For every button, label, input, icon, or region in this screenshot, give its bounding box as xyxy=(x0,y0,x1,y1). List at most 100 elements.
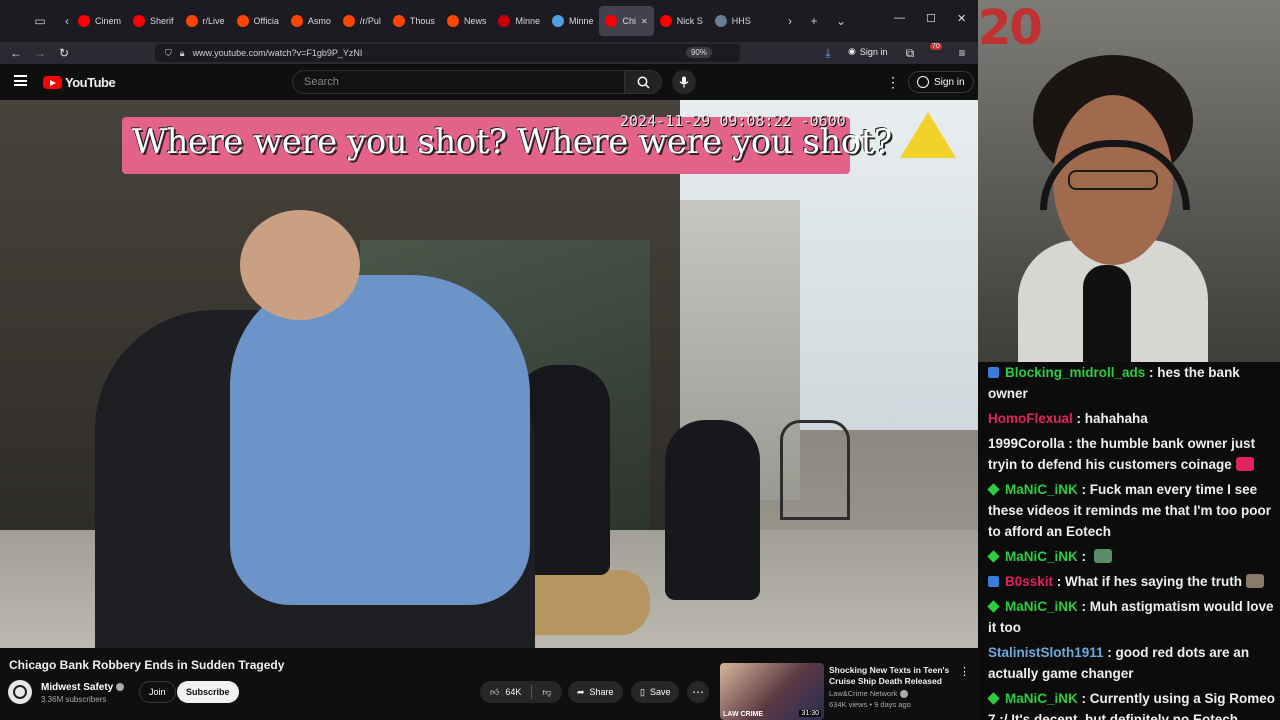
browser-tab[interactable]: News xyxy=(441,6,493,36)
tab-favicon-icon xyxy=(290,15,303,27)
dislike-button[interactable]: 👎︎ xyxy=(532,681,561,703)
browser-tab[interactable]: Thous xyxy=(387,6,441,36)
subscribe-button[interactable]: Subscribe xyxy=(177,681,239,703)
notification-badge[interactable]: 70 xyxy=(930,43,942,50)
save-button[interactable]: ▯ Save xyxy=(631,681,680,703)
tab-favicon-icon xyxy=(498,15,511,27)
share-button[interactable]: ➦ Share xyxy=(568,681,623,703)
browser-tab[interactable]: Chi ✕ xyxy=(599,6,654,36)
webcam-overlay-text: 20 xyxy=(978,0,1043,56)
chat-username[interactable]: MaNiC_iNK xyxy=(1005,482,1078,497)
youtube-wordmark: YouTube xyxy=(65,75,116,90)
tab-list-icon[interactable]: ▭ xyxy=(33,14,47,28)
browser-tab[interactable]: HHS xyxy=(709,6,757,36)
youtube-signin-button[interactable]: Sign in xyxy=(908,71,974,93)
browser-tab[interactable]: /r/Pul xyxy=(337,6,387,36)
recommended-title[interactable]: Shocking New Texts in Teen's Cruise Ship… xyxy=(829,665,959,687)
browser-tab[interactable]: Asmo xyxy=(285,6,337,36)
recommended-meta: 634K views • 9 days ago xyxy=(829,700,911,709)
account-signin[interactable]: ◉ Sign in xyxy=(848,46,887,57)
browser-tab[interactable]: Officia xyxy=(231,6,285,36)
scene-officer-sleeve xyxy=(230,275,530,605)
chat-username[interactable]: B0sskit xyxy=(1005,574,1053,589)
url-text: www.youtube.com/watch?v=F1gb9P_YzNI xyxy=(192,48,363,58)
recommended-channel[interactable]: Law&Crime Network xyxy=(829,689,909,699)
scroll-right-icon[interactable]: › xyxy=(783,14,797,28)
bookmark-icon: ▯ xyxy=(640,686,645,697)
shield-icon[interactable]: ⛉ xyxy=(165,48,172,59)
back-icon[interactable]: ← xyxy=(8,46,24,60)
tab-label: News xyxy=(463,16,487,26)
close-window-icon[interactable]: ✕ xyxy=(957,12,966,25)
chat-username[interactable]: StalinistSloth1911 xyxy=(988,645,1104,660)
browser-tab[interactable]: Cinem xyxy=(72,6,127,36)
tab-label: Minne xyxy=(515,16,540,26)
recommended-more-icon[interactable]: ⋮ xyxy=(959,665,970,678)
zoom-level[interactable]: 90% xyxy=(685,47,712,58)
close-tab-icon[interactable]: ✕ xyxy=(641,17,648,26)
tab-favicon-icon xyxy=(446,15,459,27)
channel-name[interactable]: Midwest Safety xyxy=(41,682,125,693)
hamburger-menu-icon[interactable] xyxy=(14,75,27,86)
minimize-icon[interactable]: — xyxy=(894,12,905,24)
search-input[interactable]: Search xyxy=(292,70,625,94)
chat-message: StalinistSloth1911 : good red dots are a… xyxy=(988,645,1250,681)
settings-more-icon[interactable]: ⋮ xyxy=(886,74,900,91)
search-button[interactable] xyxy=(624,70,662,94)
live-chat: Blocking_midroll_ads : hes the bank owne… xyxy=(978,362,1280,720)
chat-message: Blocking_midroll_ads : hes the bank owne… xyxy=(988,365,1240,401)
chat-message: B0sskit : What if hes saying the truth xyxy=(988,571,1280,592)
sub-badge-icon xyxy=(988,576,999,587)
tab-dropdown-icon[interactable]: ⌄ xyxy=(834,14,848,28)
extensions-icon[interactable]: ⧉ xyxy=(902,46,918,61)
new-tab-icon[interactable]: + xyxy=(807,14,821,28)
like-dislike-group: 👍︎ 64K 👎︎ xyxy=(480,681,562,703)
browser-tab[interactable]: Minne xyxy=(492,6,546,36)
chat-message: MaNiC_iNK : Currently using a Sig Romeo … xyxy=(987,688,1280,720)
bodycam-timestamp: 2024-11-29 09:08:22 -0600 xyxy=(620,112,846,130)
reload-icon[interactable]: ↻ xyxy=(56,46,72,60)
forward-icon[interactable]: → xyxy=(32,46,48,60)
channel-avatar[interactable] xyxy=(8,680,32,704)
chat-username[interactable]: 1999Corolla xyxy=(988,436,1065,451)
chat-username[interactable]: MaNiC_iNK xyxy=(1005,549,1078,564)
address-bar[interactable]: ⛉ 🔒︎ www.youtube.com/watch?v=F1gb9P_YzNI… xyxy=(155,44,740,62)
scene-bike-rack xyxy=(780,420,850,520)
tab-label: /r/Pul xyxy=(359,16,381,26)
tab-label: Cinem xyxy=(95,16,122,26)
lock-icon[interactable]: 🔒︎ xyxy=(180,48,185,59)
tab-label: r/Live xyxy=(202,16,225,26)
share-icon: ➦ xyxy=(577,686,585,697)
tab-favicon-icon xyxy=(133,15,146,27)
chat-emote-icon xyxy=(1246,574,1265,588)
youtube-logo[interactable]: YouTube xyxy=(43,75,116,90)
chat-username[interactable]: Blocking_midroll_ads xyxy=(1005,365,1145,380)
more-actions-button[interactable]: ⋯ xyxy=(687,681,709,703)
app-menu-icon[interactable]: ≡ xyxy=(954,46,970,60)
recommended-thumbnail[interactable]: LAW CRIME 31:30 xyxy=(720,663,824,720)
recommended-video[interactable]: LAW CRIME 31:30 Shocking New Texts in Te… xyxy=(720,663,978,720)
chat-message: HomoFlexual : hahahaha xyxy=(988,411,1148,426)
gem-badge-icon xyxy=(987,692,1000,705)
scene-officer xyxy=(665,420,760,600)
browser-tab[interactable]: r/Live xyxy=(180,6,231,36)
chat-username[interactable]: MaNiC_iNK xyxy=(1005,599,1078,614)
chat-message: 1999Corolla : the humble bank owner just… xyxy=(988,436,1256,472)
browser-tabs: Cinem Sherif r/Live Officia Asmo/r/Pul Thous N… xyxy=(72,6,757,36)
maximize-icon[interactable]: ☐ xyxy=(926,12,936,25)
tab-favicon-icon xyxy=(78,15,90,27)
browser-tab[interactable]: Minne xyxy=(546,6,600,36)
browser-tab[interactable]: Nick S xyxy=(654,6,709,36)
video-player[interactable]: Where were you shot? Where were you shot… xyxy=(0,100,978,648)
download-icon[interactable]: ⤓ xyxy=(820,46,836,61)
voice-search-button[interactable] xyxy=(672,70,696,94)
chat-username[interactable]: HomoFlexual xyxy=(988,411,1073,426)
chat-username[interactable]: MaNiC_iNK xyxy=(1005,691,1078,706)
tab-label: Sherif xyxy=(150,16,174,26)
like-button[interactable]: 👍︎ 64K xyxy=(480,681,531,703)
join-button[interactable]: Join xyxy=(139,681,176,703)
chat-emote-icon xyxy=(1235,457,1254,471)
chat-message: MaNiC_iNK : Muh astigmatism would love i… xyxy=(987,599,1274,635)
tab-favicon-icon xyxy=(236,15,249,27)
browser-tab[interactable]: Sherif xyxy=(127,6,180,36)
